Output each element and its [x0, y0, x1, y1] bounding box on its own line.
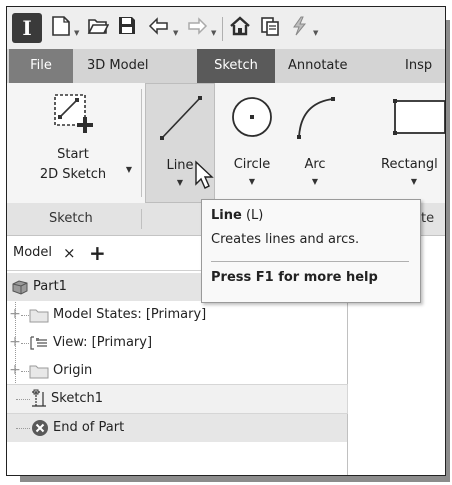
- line-icon: [160, 96, 202, 140]
- rectangle-dropdown-icon[interactable]: ▼: [379, 177, 445, 186]
- tooltip-command-name: Line: [211, 208, 242, 223]
- ribbon-tabs: File 3D Model Sketch Annotate Insp: [7, 49, 445, 83]
- tree-node-label: Sketch1: [51, 391, 104, 406]
- tooltip-shortcut: (L): [241, 208, 264, 223]
- tree-connector: [16, 399, 30, 400]
- folder-icon: [29, 309, 49, 323]
- application-window: I ▼ ▼ ▼ ▼ File 3D Model Sketch Annotate …: [6, 6, 446, 476]
- arc-label: Arc: [304, 157, 326, 172]
- line-tooltip: Line (L) Creates lines and arcs. Press F…: [201, 199, 421, 303]
- tree-connector: [16, 428, 30, 429]
- tree-node-view[interactable]: + View: [Primary]: [7, 329, 347, 357]
- start-sketch-label-1: Start: [57, 147, 89, 162]
- tab-sketch[interactable]: Sketch: [197, 49, 275, 83]
- rectangle-icon: [393, 99, 445, 135]
- browser-tab-model[interactable]: Model: [13, 236, 52, 270]
- end-of-part-icon: [32, 420, 48, 436]
- open-icon[interactable]: [87, 15, 109, 37]
- view-rep-icon: [30, 336, 47, 350]
- update-icon[interactable]: [289, 15, 311, 37]
- tree-node-end-of-part[interactable]: End of Part: [7, 414, 347, 442]
- new-icon[interactable]: [51, 15, 71, 37]
- arc-button[interactable]: Arc ▼: [289, 83, 341, 201]
- undo-icon[interactable]: [147, 15, 171, 37]
- circle-button[interactable]: Circle ▼: [221, 83, 283, 201]
- ribbon-panel: Start 2D Sketch ▼ Line ▼ Circle ▼ Arc ▼ …: [7, 83, 445, 204]
- save-icon[interactable]: [117, 15, 137, 37]
- rectangle-button[interactable]: Rectangl ▼: [379, 83, 445, 201]
- tree-node-label: Origin: [53, 363, 93, 378]
- undo-dropdown-icon[interactable]: ▼: [173, 29, 178, 37]
- tree-node-label: Model States: [Primary]: [53, 307, 207, 322]
- tree-connector: [21, 371, 29, 372]
- sketch-icon: [32, 389, 46, 407]
- tree-node-origin[interactable]: + Origin: [7, 357, 347, 385]
- start-sketch-icon: [54, 94, 93, 133]
- add-browser-icon[interactable]: +: [89, 236, 106, 270]
- circle-icon: [232, 97, 272, 137]
- panel-title-sketch: Sketch: [49, 211, 93, 226]
- tree-node-label: End of Part: [53, 420, 125, 435]
- arc-dropdown-icon[interactable]: ▼: [289, 177, 341, 186]
- expand-icon[interactable]: +: [9, 335, 21, 349]
- tree-node-model-states[interactable]: + Model States: [Primary]: [7, 301, 347, 329]
- tooltip-title: Line (L): [211, 208, 263, 223]
- update-dropdown-icon[interactable]: ▼: [313, 29, 318, 37]
- tab-3d-model[interactable]: 3D Model: [87, 49, 148, 83]
- expand-icon[interactable]: +: [9, 307, 21, 321]
- redo-icon[interactable]: [185, 15, 209, 37]
- rectangle-label: Rectangl: [381, 157, 438, 172]
- tooltip-description: Creates lines and arcs.: [211, 232, 360, 247]
- tree-node-label: View: [Primary]: [53, 335, 153, 350]
- circle-label: Circle: [233, 157, 271, 172]
- arc-icon: [297, 97, 335, 139]
- panel-title-create: te: [421, 211, 435, 226]
- tree-connector: [21, 315, 29, 316]
- tab-inspect[interactable]: Insp: [405, 49, 432, 83]
- panel-title-separator: [141, 209, 142, 229]
- redo-dropdown-icon[interactable]: ▼: [211, 29, 216, 37]
- app-logo[interactable]: I: [12, 13, 42, 43]
- quick-access-toolbar: I ▼ ▼ ▼ ▼: [7, 7, 445, 49]
- tab-file[interactable]: File: [9, 49, 73, 83]
- home-icon[interactable]: [229, 15, 251, 37]
- expand-icon[interactable]: +: [9, 363, 21, 377]
- folder-icon: [29, 365, 49, 379]
- close-icon[interactable]: ×: [63, 236, 76, 270]
- start-2d-sketch-button[interactable]: Start 2D Sketch ▼: [9, 83, 137, 203]
- tree-node-label: Part1: [33, 279, 67, 294]
- tree-node-sketch1[interactable]: Sketch1: [7, 384, 348, 414]
- mouse-cursor-icon: [195, 160, 214, 189]
- tooltip-help: Press F1 for more help: [211, 270, 378, 285]
- tree-connector: [21, 343, 29, 344]
- tab-annotate[interactable]: Annotate: [288, 49, 347, 83]
- new-dropdown-icon[interactable]: ▼: [74, 29, 79, 37]
- toolbar-separator: [222, 17, 223, 41]
- ribbon-separator: [141, 89, 142, 197]
- tooltip-divider: [211, 261, 409, 262]
- copy-icon[interactable]: [259, 15, 281, 37]
- circle-dropdown-icon[interactable]: ▼: [221, 177, 283, 186]
- part-icon: [12, 280, 28, 295]
